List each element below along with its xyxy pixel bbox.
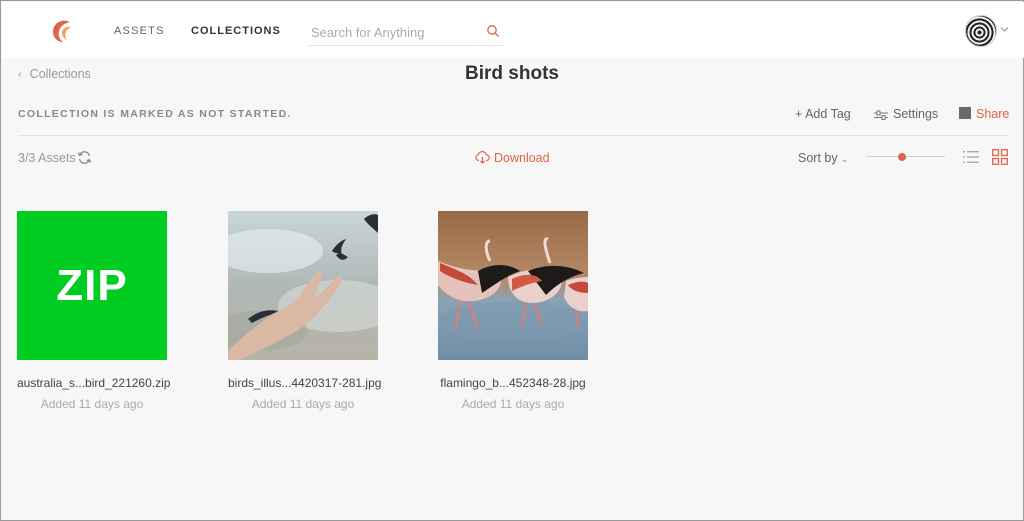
page-title: Bird shots bbox=[465, 63, 559, 84]
asset-file-name[interactable]: flamingo_b...452348-28.jpg bbox=[438, 376, 588, 390]
refresh-icon[interactable] bbox=[77, 150, 92, 165]
app-logo-icon[interactable] bbox=[50, 18, 74, 44]
asset-added-date: Added 11 days ago bbox=[251, 397, 355, 411]
share-icon bbox=[959, 107, 971, 119]
nav-assets-link[interactable]: ASSETS bbox=[114, 25, 165, 37]
bird-illustration-thumbnail[interactable] bbox=[228, 211, 378, 360]
add-tag-button[interactable]: + Add Tag bbox=[795, 107, 851, 121]
collection-status-text: COLLECTION IS MARKED AS NOT STARTED. bbox=[18, 108, 292, 120]
bird-hand-image bbox=[228, 211, 378, 360]
settings-button[interactable]: Settings bbox=[874, 107, 938, 121]
grid-view-icon[interactable] bbox=[992, 149, 1008, 165]
thumbnail-size-slider[interactable] bbox=[867, 151, 945, 163]
search-box bbox=[308, 18, 504, 46]
share-label: Share bbox=[976, 107, 1010, 121]
asset-card[interactable]: ZIP australia_s...bird_221260.zip Added … bbox=[17, 211, 170, 411]
sliders-icon bbox=[874, 110, 888, 120]
list-view-icon[interactable] bbox=[963, 150, 979, 164]
search-icon[interactable] bbox=[486, 24, 500, 38]
download-label: Download bbox=[494, 151, 550, 165]
download-button[interactable]: Download bbox=[475, 151, 550, 165]
chevron-down-icon[interactable] bbox=[1000, 26, 1009, 33]
asset-count: 3/3 Assets bbox=[18, 151, 76, 165]
asset-card[interactable]: birds_illus...4420317-281.jpg Added 11 d… bbox=[228, 211, 381, 411]
zip-file-thumbnail[interactable]: ZIP bbox=[17, 211, 167, 360]
sort-by-dropdown[interactable]: Sort by ⌄ bbox=[798, 151, 848, 165]
asset-card[interactable]: flamingo_b...452348-28.jpg Added 11 days… bbox=[438, 211, 588, 411]
slider-handle[interactable] bbox=[898, 153, 907, 161]
asset-file-name[interactable]: birds_illus...4420317-281.jpg bbox=[228, 376, 381, 390]
search-input[interactable] bbox=[311, 22, 481, 42]
header-divider bbox=[18, 135, 1008, 136]
flamingo-image bbox=[438, 211, 588, 360]
cloud-download-icon bbox=[475, 151, 490, 164]
sort-by-label: Sort by bbox=[798, 151, 838, 165]
zip-label: ZIP bbox=[56, 260, 128, 310]
user-avatar[interactable] bbox=[965, 15, 997, 47]
top-navbar: ASSETS COLLECTIONS bbox=[2, 2, 1024, 58]
asset-added-date: Added 11 days ago bbox=[40, 397, 144, 411]
nav-collections-link[interactable]: COLLECTIONS bbox=[191, 25, 281, 37]
chevron-down-icon: ⌄ bbox=[840, 154, 849, 164]
settings-label: Settings bbox=[893, 107, 939, 121]
flamingo-thumbnail[interactable] bbox=[438, 211, 588, 360]
asset-file-name[interactable]: australia_s...bird_221260.zip bbox=[17, 376, 170, 390]
asset-added-date: Added 11 days ago bbox=[461, 397, 565, 411]
app-window: ASSETS COLLECTIONS ‹Collections Bird sho… bbox=[0, 0, 1024, 521]
share-button[interactable]: Share bbox=[959, 107, 1009, 121]
